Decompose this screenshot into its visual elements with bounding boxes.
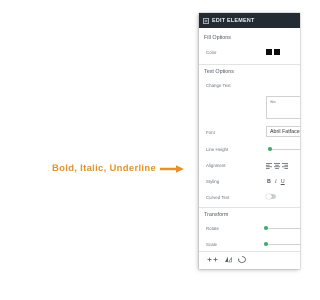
align-center-icon[interactable] — [274, 163, 280, 169]
scale-label: Scale — [206, 242, 217, 247]
underline-button[interactable]: U — [281, 179, 285, 185]
divider — [199, 251, 300, 252]
styling-callout: Bold, Italic, Underline — [52, 163, 185, 174]
fill-options-title: Fill Options — [204, 35, 231, 41]
bold-button[interactable]: B — [267, 179, 271, 185]
color-swatch-secondary[interactable] — [274, 49, 280, 55]
rotate-slider-track[interactable] — [266, 228, 300, 229]
color-swatch-primary[interactable] — [266, 49, 272, 55]
alignment-label: Alignment — [206, 163, 226, 168]
align-left-icon[interactable] — [266, 163, 272, 169]
element-toolbar — [207, 256, 246, 263]
settings-icon — [203, 17, 209, 24]
scale-slider-knob[interactable] — [263, 241, 269, 247]
line-height-slider-track[interactable] — [268, 149, 300, 150]
arrow-right-icon — [160, 164, 185, 173]
curved-text-label: Curved Text — [206, 195, 230, 200]
styling-buttons: B I U — [267, 179, 285, 185]
rotate-label: Rotate — [206, 226, 219, 231]
divider — [199, 64, 300, 65]
edit-element-panel: EDIT ELEMENT Fill Options Color Text Opt… — [199, 13, 300, 269]
rotate-slider-knob[interactable] — [263, 225, 269, 231]
italic-button[interactable]: I — [275, 179, 277, 185]
line-height-label: Line Height — [206, 147, 229, 152]
change-text-label: Change Text — [206, 83, 231, 88]
panel-title: EDIT ELEMENT — [212, 17, 255, 24]
line-height-slider-knob[interactable] — [267, 146, 273, 152]
curved-text-toggle[interactable] — [266, 193, 276, 200]
send-backward-icon[interactable] — [238, 256, 246, 263]
toggle-knob — [266, 193, 272, 200]
alignment-buttons — [266, 163, 288, 169]
scale-slider-track[interactable] — [266, 244, 300, 245]
change-text-value: Wix — [270, 100, 276, 104]
callout-text: Bold, Italic, Underline — [52, 163, 157, 174]
transform-title: Transform — [204, 212, 229, 218]
panel-header: EDIT ELEMENT — [199, 13, 300, 28]
font-label: Font — [206, 130, 215, 135]
align-right-icon[interactable] — [282, 163, 288, 169]
divider — [199, 207, 300, 208]
flip-horizontal-icon[interactable] — [207, 256, 218, 263]
text-options-title: Text Options — [204, 69, 234, 75]
font-select[interactable]: Abril Fatface — [266, 126, 300, 137]
color-label: Color — [206, 50, 217, 55]
bring-forward-icon[interactable] — [224, 256, 232, 263]
styling-label: Styling — [206, 179, 220, 184]
change-text-input[interactable]: Wix — [266, 96, 300, 119]
